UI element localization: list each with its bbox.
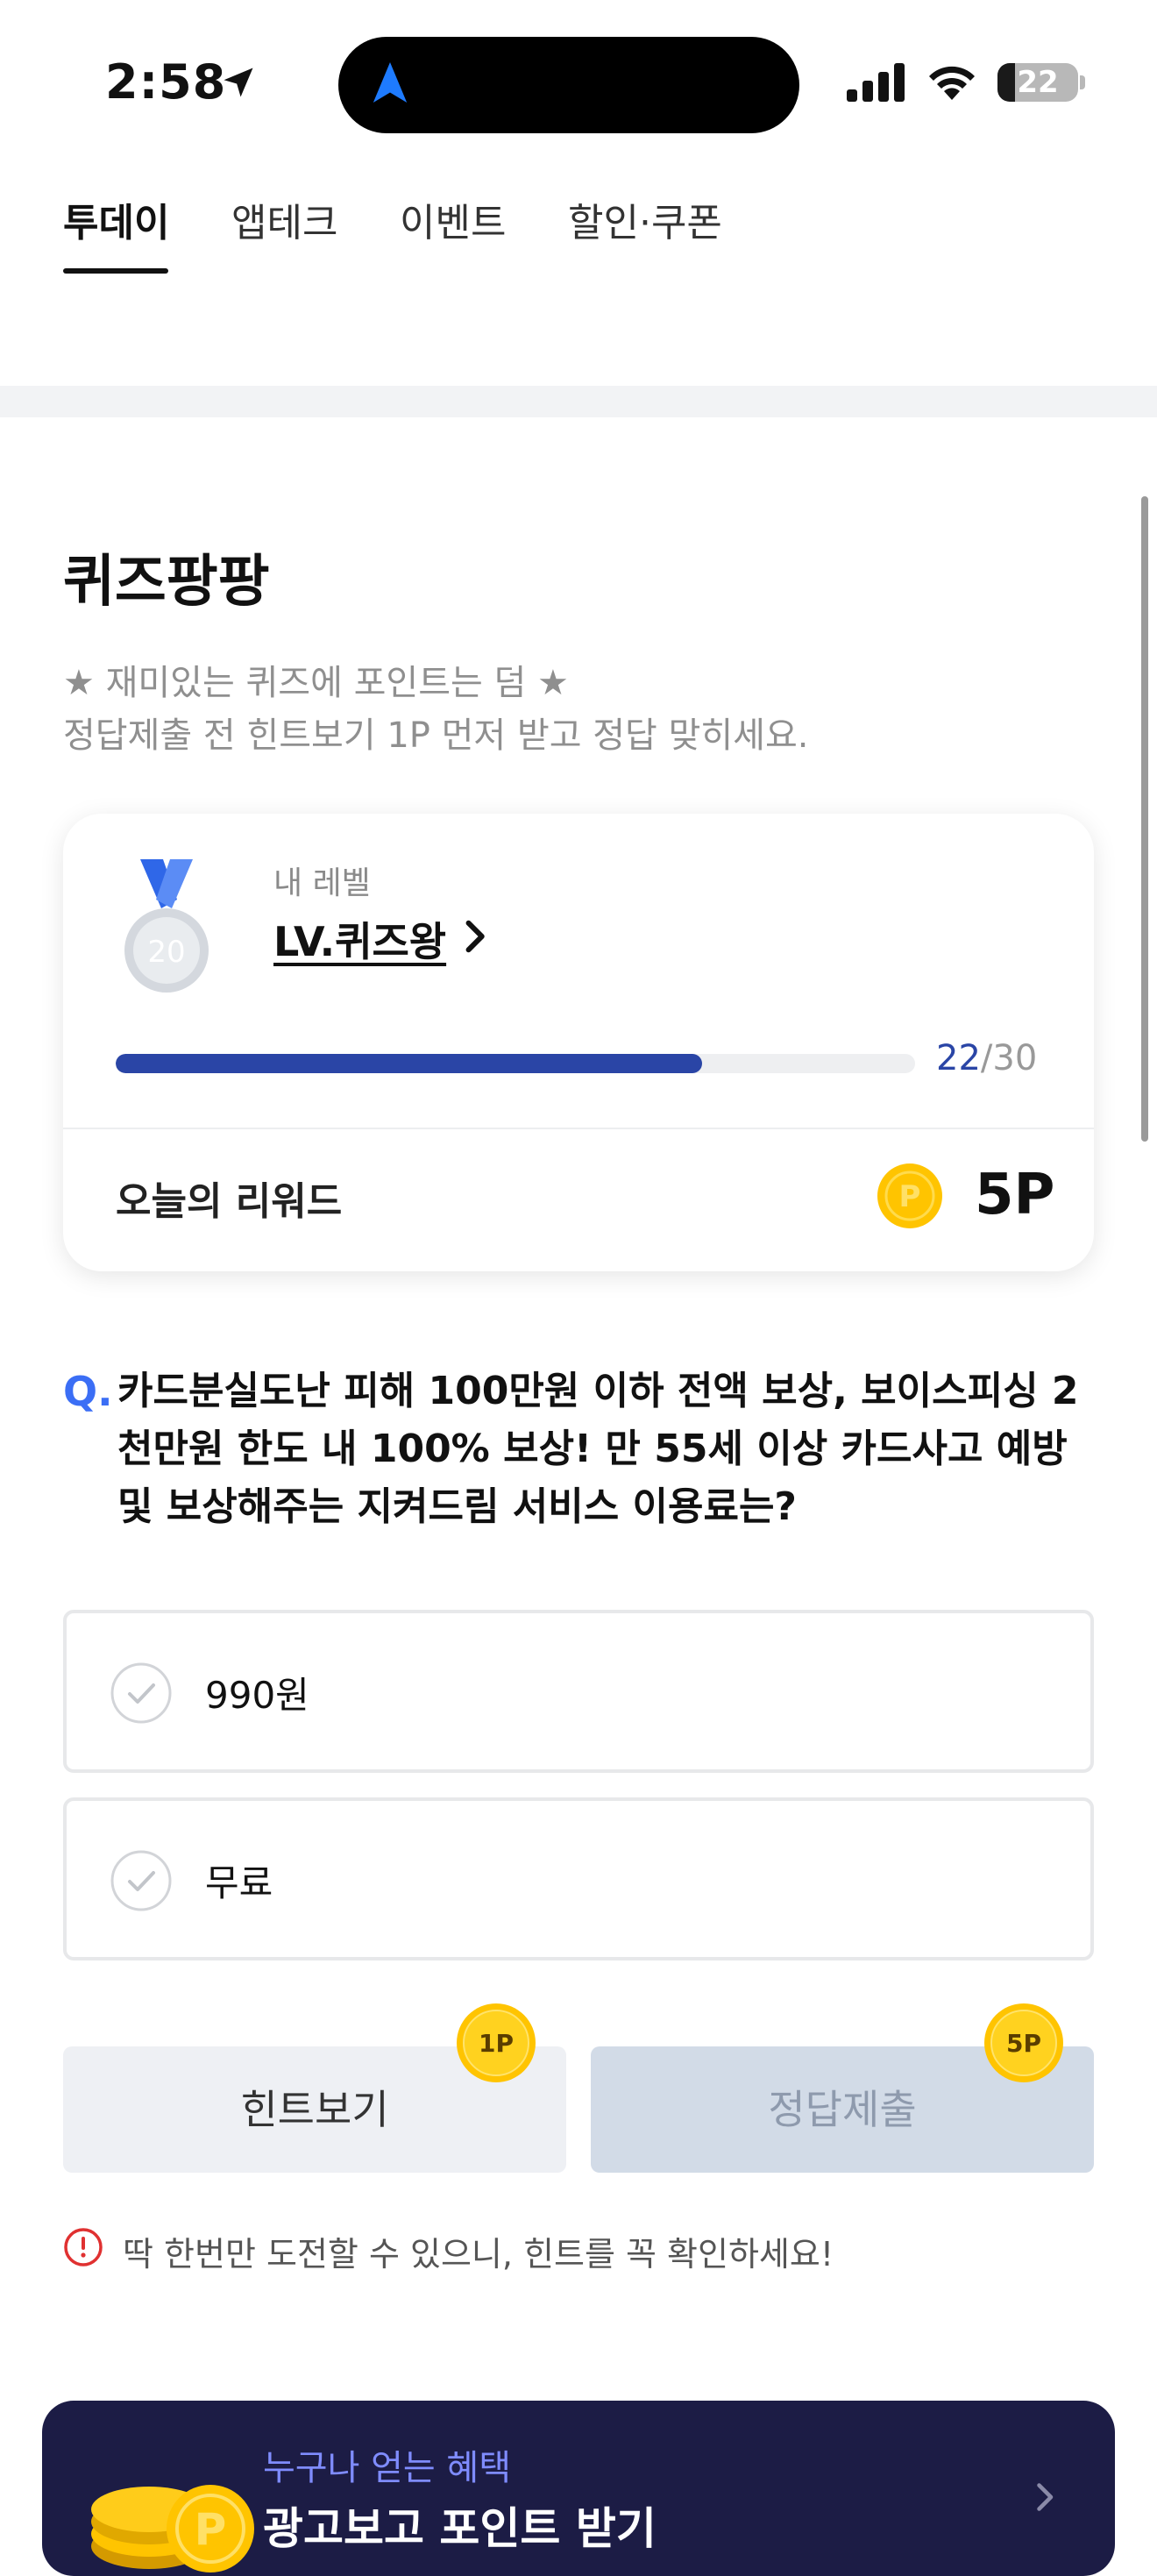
cellular-signal-icon: [847, 63, 905, 102]
card-divider: [63, 1128, 1094, 1129]
coin-letter: P: [899, 1179, 921, 1214]
banner-subtitle: 누구나 얻는 혜택: [263, 2448, 512, 2488]
answer-option-1[interactable]: 990원: [63, 1610, 1094, 1773]
warning-icon: [64, 2228, 103, 2266]
todays-reward-label: 오늘의 리워드: [116, 1179, 343, 1224]
battery-icon: 22: [997, 63, 1078, 102]
battery-percent: 22: [1017, 65, 1059, 100]
quiz-subtitle: ★ 재미있는 퀴즈에 포인트는 덤 ★: [63, 663, 569, 703]
coin-stack-icon: P: [91, 2485, 254, 2572]
progress-separator: /: [980, 1038, 993, 1078]
quiz-instruction: 정답제출 전 힌트보기 1P 먼저 받고 정답 맞히세요.: [63, 715, 809, 756]
chevron-right-icon[interactable]: [461, 917, 491, 956]
level-name-link[interactable]: LV.퀴즈왕: [273, 910, 446, 968]
hint-cost-label: 1P: [479, 2029, 514, 2058]
tab-apptech[interactable]: 앱테크: [231, 191, 337, 247]
progress-total: 30: [992, 1038, 1038, 1078]
wifi-icon: [929, 66, 975, 100]
hint-cost-coin-icon: 1P: [457, 2003, 536, 2082]
medal-icon: 20: [124, 859, 209, 993]
banner-coin-letter: P: [195, 2504, 227, 2555]
level-card: 20 내 레벨 LV.퀴즈왕 22/30 오늘의 리워드 P 5P: [63, 814, 1094, 1271]
one-chance-notice: 딱 한번만 도전할 수 있으니, 힌트를 꼭 확인하세요!: [123, 2235, 834, 2274]
submit-reward-label: 5P: [1006, 2029, 1041, 2058]
answer-option-label: 무료: [205, 1861, 273, 1904]
todays-reward-value: 5P: [975, 1163, 1055, 1228]
quiz-title: 퀴즈팡팡: [63, 550, 270, 615]
progress-current: 22: [936, 1038, 981, 1078]
my-level-label: 내 레벨: [273, 865, 371, 901]
check-circle-icon: [110, 1662, 172, 1724]
battery-cap: [1080, 75, 1085, 89]
level-progress-fill: [116, 1054, 702, 1073]
check-circle-icon: [110, 1850, 172, 1911]
status-time: 2:58: [105, 54, 227, 110]
answer-option-label: 990원: [205, 1674, 309, 1717]
tab-discount-coupon[interactable]: 할인·쿠폰: [568, 191, 722, 247]
level-progress-count: 22/30: [936, 1038, 1037, 1078]
section-divider: [0, 386, 1157, 417]
ad-points-banner[interactable]: P 누구나 얻는 혜택 광고보고 포인트 받기: [42, 2401, 1115, 2576]
location-arrow-icon: [224, 68, 253, 97]
question-text: 카드분실도난 피해 100만원 이하 전액 보상, 보이스피싱 2천만원 한도 …: [117, 1369, 1079, 1529]
point-coin-icon: P: [877, 1163, 942, 1228]
tab-today[interactable]: 투데이: [63, 191, 169, 247]
question-prefix: Q.: [63, 1368, 113, 1415]
chevron-right-icon: [1037, 2483, 1054, 2511]
banner-title: 광고보고 포인트 받기: [263, 2503, 657, 2554]
answer-option-2[interactable]: 무료: [63, 1797, 1094, 1960]
submit-reward-coin-icon: 5P: [984, 2003, 1063, 2082]
active-tab-indicator: [63, 268, 168, 274]
medal-number: 20: [147, 935, 185, 970]
scrollbar[interactable]: [1141, 496, 1148, 1142]
level-progress-bar: [116, 1054, 915, 1073]
tab-events[interactable]: 이벤트: [400, 191, 506, 247]
navigation-arrow-icon: [373, 62, 408, 103]
